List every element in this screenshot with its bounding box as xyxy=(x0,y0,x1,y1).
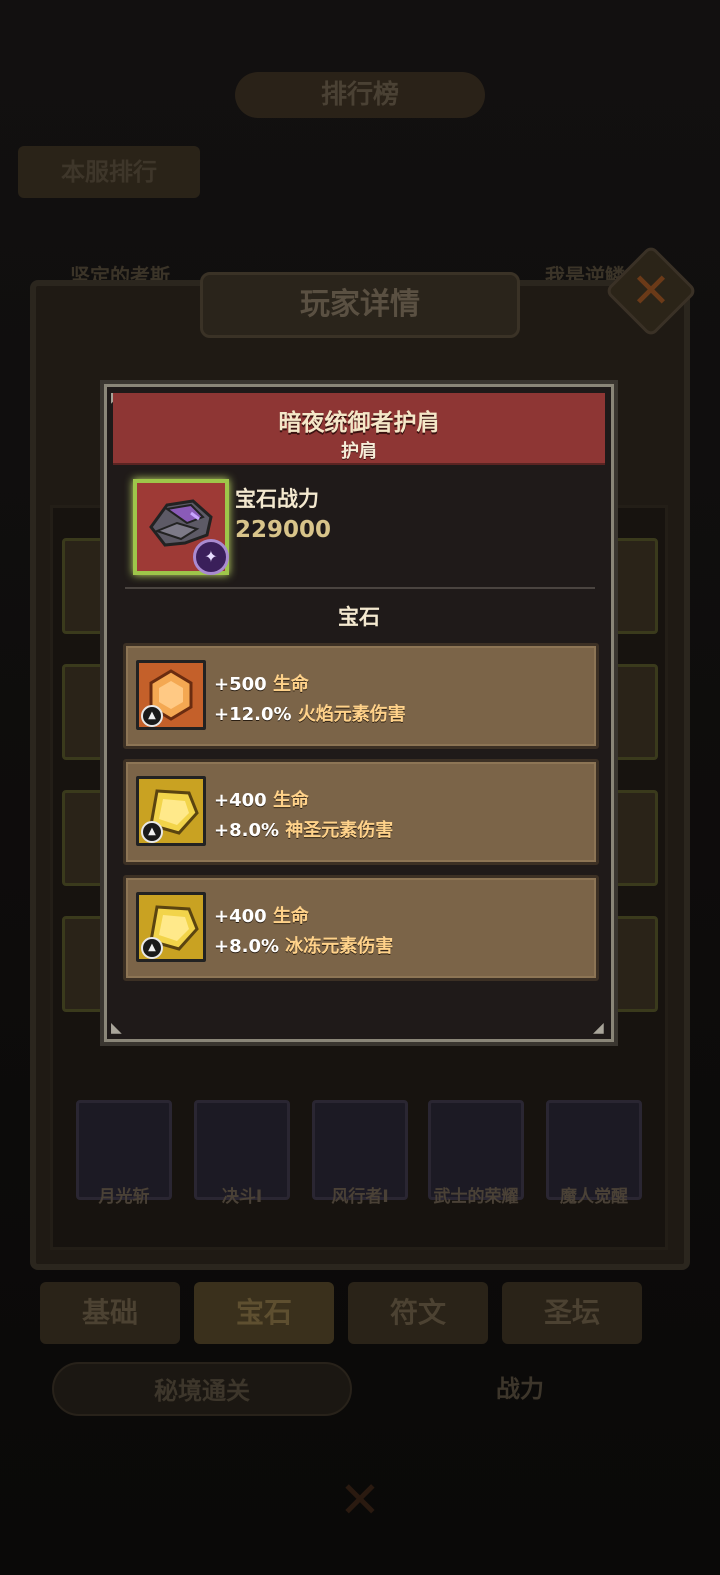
tab-secret-realm[interactable]: 秘境通关 xyxy=(52,1362,352,1416)
tab-runes[interactable]: 符文 xyxy=(348,1282,488,1344)
gem-card[interactable]: ▲ +400 生命 +8.0% 神圣元素伤害 xyxy=(123,759,599,865)
skill-label-4: 武士的荣耀 xyxy=(433,1187,519,1207)
item-name: 暗夜统御者护肩 xyxy=(278,410,440,436)
corner-ornament-icon: ◢ xyxy=(593,1020,604,1036)
gem-card[interactable]: ▲ +500 生命 +12.0% 火焰元素伤害 xyxy=(123,643,599,749)
ranking-title: 排行榜 xyxy=(235,72,485,118)
divider xyxy=(125,587,595,589)
gem-stat-line-2: +12.0% 火焰元素伤害 xyxy=(214,700,406,726)
tab-basic[interactable]: 基础 xyxy=(40,1282,180,1344)
item-image: ✦ xyxy=(133,479,229,575)
gem-card[interactable]: ▲ +400 生命 +8.0% 冰冻元素伤害 xyxy=(123,875,599,981)
tab-combat-power[interactable]: 战力 xyxy=(370,1362,670,1416)
server-ranking-tab[interactable]: 本服排行 xyxy=(18,146,200,198)
gem-stat-name: 火焰元素伤害 xyxy=(297,704,406,725)
skill-label-5: 魔人觉醒 xyxy=(560,1187,628,1207)
gem-stat-name: 生命 xyxy=(272,790,309,811)
lock-icon: ▲ xyxy=(141,937,163,959)
gem-stat-name: 冰冻元素伤害 xyxy=(285,936,394,957)
gem-slot: ▲ xyxy=(136,892,206,962)
gem-power-value: 229000 xyxy=(235,517,332,543)
item-slot-type: 护肩 xyxy=(341,441,377,462)
gem-stat-line-1: +400 生命 xyxy=(214,902,309,928)
gem-slot: ▲ xyxy=(136,776,206,846)
gem-power-label: 宝石战力 xyxy=(235,487,319,511)
gem-stat-value: +8.0% xyxy=(214,820,280,841)
gem-stat-value: +8.0% xyxy=(214,936,280,957)
gem-stat-line-2: +8.0% 神圣元素伤害 xyxy=(214,816,393,842)
gem-stat-line-1: +500 生命 xyxy=(214,670,309,696)
gem-stat-name: 神圣元素伤害 xyxy=(285,820,394,841)
tab-altar[interactable]: 圣坛 xyxy=(502,1282,642,1344)
item-header: 暗夜统御者护肩 护肩 xyxy=(113,393,605,465)
gem-stat-line-1: +400 生命 xyxy=(214,786,309,812)
skill-label-2: 决斗I xyxy=(221,1187,263,1207)
gem-stat-value: +500 xyxy=(214,674,267,695)
gem-stat-name: 生命 xyxy=(272,906,309,927)
gem-stat-value: +12.0% xyxy=(214,704,292,725)
gem-stat-value: +400 xyxy=(214,790,267,811)
skill-label-3: 风行者I xyxy=(331,1187,389,1207)
class-emblem-icon: ✦ xyxy=(193,539,229,575)
lock-icon: ▲ xyxy=(141,821,163,843)
close-icon: ✕ xyxy=(630,263,672,319)
gem-stat-name: 生命 xyxy=(272,674,309,695)
bottom-close-icon[interactable]: ✕ xyxy=(330,1470,390,1530)
corner-ornament-icon: ◣ xyxy=(111,1020,122,1036)
skill-label-1: 月光斩 xyxy=(98,1187,150,1207)
gems-section-title: 宝石 xyxy=(338,605,380,629)
gem-stat-line-2: +8.0% 冰冻元素伤害 xyxy=(214,932,393,958)
lock-icon: ▲ xyxy=(141,705,163,727)
player-details-title: 玩家详情 xyxy=(200,272,520,338)
gem-slot: ▲ xyxy=(136,660,206,730)
gem-stat-value: +400 xyxy=(214,906,267,927)
item-detail-popup: ◤ ◥ ◣ ◢ 暗夜统御者护肩 护肩 ✦ 宝石战力 229000 宝石 ▲ +5… xyxy=(100,380,618,1046)
tab-gems[interactable]: 宝石 xyxy=(194,1282,334,1344)
